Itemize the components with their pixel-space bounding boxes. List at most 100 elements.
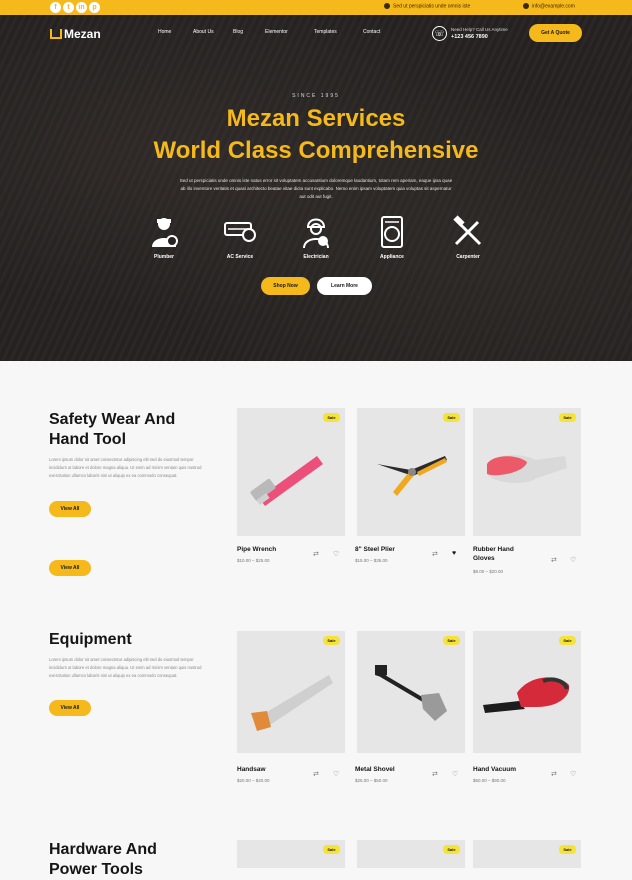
email-text[interactable]: info@example.com (532, 3, 575, 9)
section-title-line: Hand Tool (49, 431, 127, 448)
product-name[interactable]: Hand Vacuum (473, 765, 516, 774)
hero-kicker: SINCE 1995 (292, 93, 340, 99)
wishlist-icon[interactable]: ♡ (570, 770, 576, 778)
view-all-button[interactable]: View All (49, 700, 91, 716)
section-title: Hardware And Power Tools (49, 840, 157, 880)
compare-icon[interactable]: ⇄ (432, 770, 438, 778)
product-price: $8.00 – $20.00 (473, 569, 504, 574)
product-price: $25.00 – $50.00 (355, 778, 388, 783)
logo-text[interactable]: Mezan (64, 27, 101, 41)
product-price: $60.00 – $90.00 (473, 778, 506, 783)
facebook-icon[interactable]: f (50, 2, 61, 13)
email-info[interactable]: info@example.com (523, 3, 575, 9)
hero-description: Sed ut perspiciatis unde omnis iste natu… (179, 178, 453, 199)
compare-icon[interactable]: ⇄ (313, 770, 319, 778)
address-info: Sed ut perspiciatis unde omnis iste (384, 3, 470, 9)
product-image[interactable]: Sale (473, 408, 581, 536)
service-label: Appliance (380, 254, 404, 260)
product-image[interactable]: Sale (473, 631, 581, 753)
product-image[interactable]: Sale (357, 631, 465, 753)
service-label: Plumber (153, 254, 174, 260)
electrician-icon (303, 218, 329, 249)
product-image[interactable]: Sale (473, 840, 581, 868)
sale-badge: Sale (443, 413, 460, 422)
pinterest-icon[interactable]: p (89, 2, 100, 13)
nav-about[interactable]: About Us (193, 29, 214, 35)
sale-badge: Sale (323, 413, 340, 422)
wishlist-icon[interactable]: ♡ (333, 550, 339, 558)
learn-more-button[interactable]: Learn More (317, 277, 372, 295)
compare-icon[interactable]: ⇄ (432, 550, 438, 558)
plumber-icon (152, 218, 178, 247)
service-carpenter[interactable]: Carpenter (438, 215, 498, 260)
phone-number[interactable]: +123 456 7890 (451, 34, 488, 40)
product-image[interactable]: Sale (237, 840, 345, 868)
location-icon (384, 3, 390, 9)
product-price: $15.00 – $35.00 (355, 558, 388, 563)
product-name[interactable]: 8" Steel Plier (355, 545, 425, 554)
nav-elementor[interactable]: Elementor (265, 29, 288, 35)
compare-icon[interactable]: ⇄ (313, 550, 319, 558)
shop-now-button[interactable]: Shop Now (261, 277, 310, 295)
product-name[interactable]: Metal Shovel (355, 765, 395, 774)
section-text: Lorem ipsum dolor sit amet consectetur a… (49, 657, 202, 678)
phone-icon: ☏ (432, 26, 447, 41)
steel-plier-image (377, 456, 447, 496)
handsaw-image (251, 675, 333, 731)
nav-contact[interactable]: Contact (363, 29, 380, 35)
get-quote-button[interactable]: Get A Quote (529, 24, 582, 42)
service-ac[interactable]: AC Service (210, 215, 270, 260)
top-bar: f t in p Sed ut perspiciatis unde omnis … (0, 0, 632, 15)
product-price: $20.00 – $40.00 (237, 778, 270, 783)
wishlist-icon[interactable]: ♡ (333, 770, 339, 778)
sale-badge: Sale (559, 845, 576, 854)
hero-title-line1: Mezan Services (226, 105, 406, 132)
section-title: Equipment (49, 631, 132, 648)
service-label: Electrician (303, 254, 329, 260)
hero-section: Mezan Home About Us Blog Elementor Templ… (0, 15, 632, 361)
service-plumber[interactable]: Plumber (134, 215, 194, 260)
section-text: Lorem ipsum dolor sit amet consectetur a… (49, 457, 202, 478)
carpenter-icon (453, 215, 482, 246)
view-all-button[interactable]: View All (49, 560, 91, 576)
product-image[interactable]: Sale (357, 840, 465, 868)
compare-icon[interactable]: ⇄ (551, 556, 557, 564)
sale-badge: Sale (443, 636, 460, 645)
nav-home[interactable]: Home (158, 29, 171, 35)
metal-shovel-image (375, 665, 447, 721)
nav-templates[interactable]: Templates (314, 29, 337, 35)
product-name[interactable]: Pipe Wrench (237, 545, 307, 554)
service-appliance[interactable]: Appliance (362, 215, 422, 260)
section-title: Safety Wear And Hand Tool (49, 410, 175, 450)
product-image[interactable]: Sale (237, 408, 345, 536)
section-title-line: Safety Wear And (49, 411, 176, 428)
rubber-gloves-image (487, 455, 567, 483)
wishlist-icon[interactable]: ♡ (452, 770, 458, 778)
ac-icon (224, 222, 256, 242)
phone-contact[interactable]: ☏ Need Help? Call Us Anytime +123 456 78… (432, 25, 528, 43)
product-image[interactable]: Sale (357, 408, 465, 536)
sale-badge: Sale (323, 636, 340, 645)
logo[interactable]: Mezan (50, 27, 101, 41)
section-title-line: Hardware And (49, 841, 157, 858)
address-text: Sed ut perspiciatis unde omnis iste (393, 3, 471, 10)
view-all-button[interactable]: View All (49, 501, 91, 517)
service-label: AC Service (226, 254, 254, 260)
product-price: $10.00 – $25.00 (237, 558, 270, 563)
sale-badge: Sale (559, 636, 576, 645)
nav-blog[interactable]: Blog (233, 29, 243, 35)
product-image[interactable]: Sale (237, 631, 345, 753)
hero-title-line2: World Class Comprehensive (153, 137, 479, 164)
product-name[interactable]: Rubber Hand Gloves (473, 545, 533, 563)
section-title-line: Power Tools (49, 861, 143, 878)
logo-icon (50, 29, 62, 39)
linkedin-icon[interactable]: in (76, 2, 87, 13)
product-name[interactable]: Handsaw (237, 765, 266, 774)
sale-badge: Sale (323, 845, 340, 854)
service-electrician[interactable]: Electrician (286, 215, 346, 260)
wishlist-icon[interactable]: ♥ (452, 550, 456, 557)
sale-badge: Sale (443, 845, 460, 854)
twitter-icon[interactable]: t (63, 2, 74, 13)
compare-icon[interactable]: ⇄ (551, 770, 557, 778)
wishlist-icon[interactable]: ♡ (570, 556, 576, 564)
